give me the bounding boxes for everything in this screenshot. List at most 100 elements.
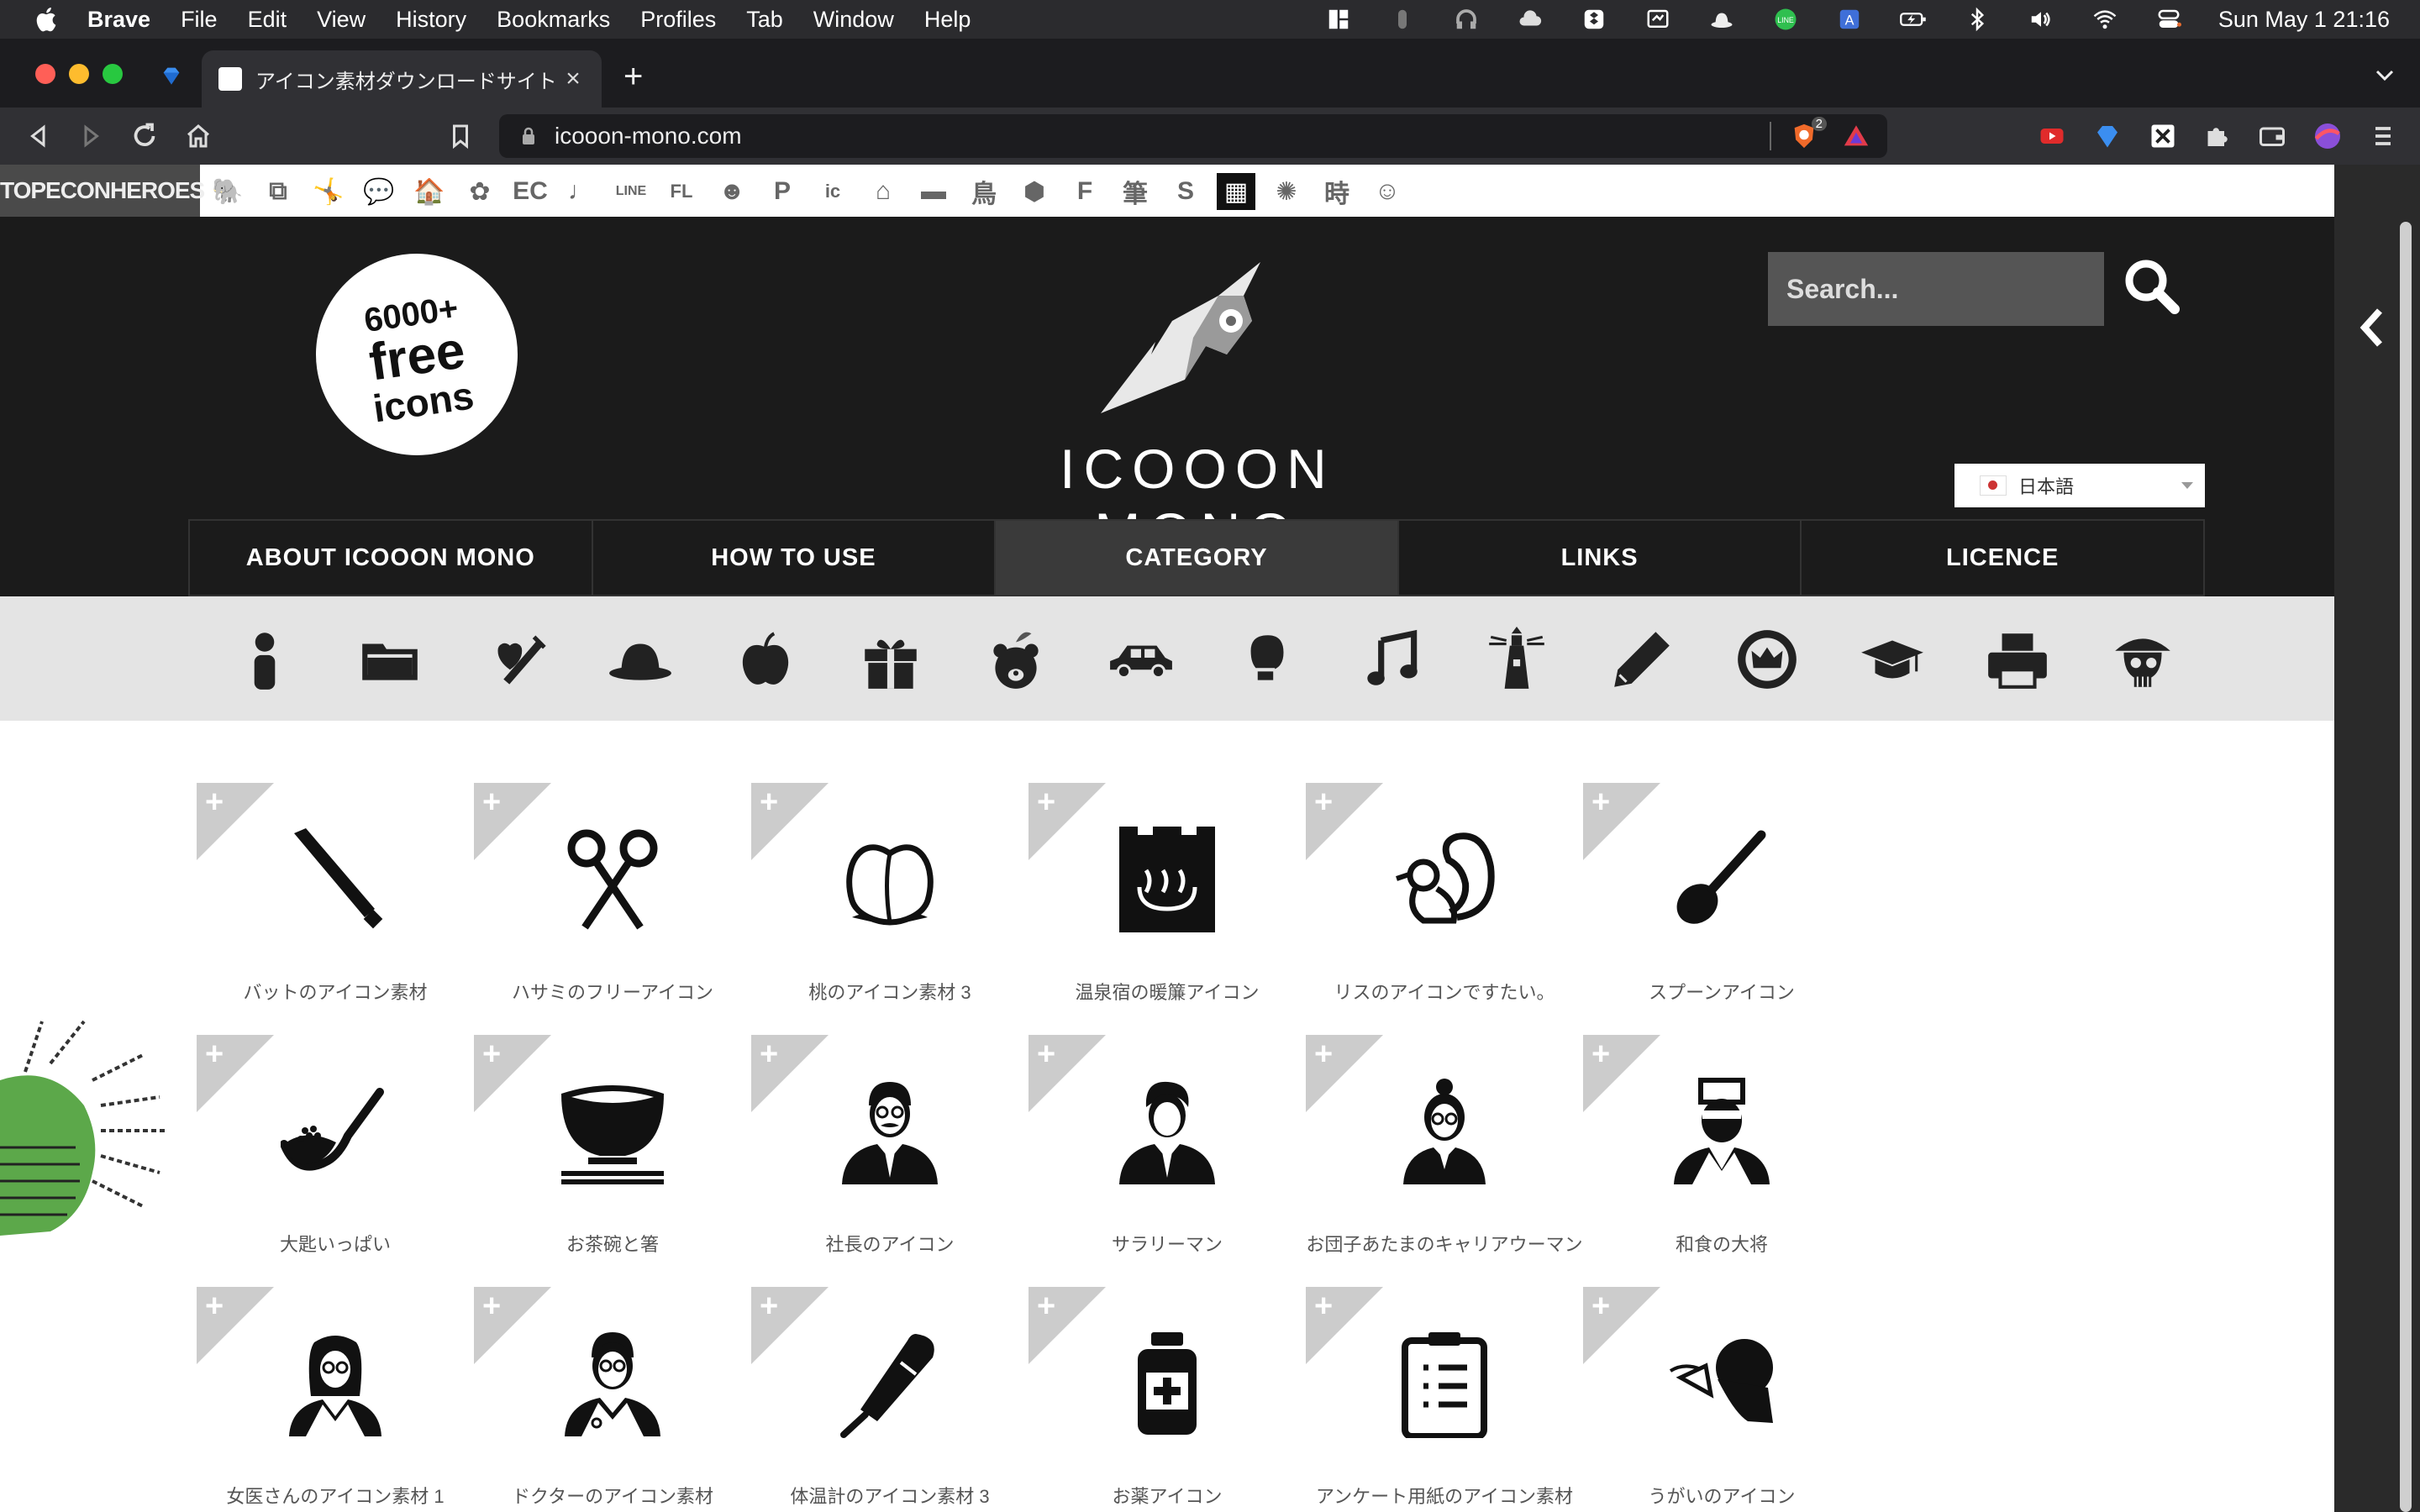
icon-label[interactable]: ハサミのフリーアイコン — [474, 979, 751, 1006]
wifi-icon[interactable] — [2091, 7, 2119, 32]
category-crown-badge-icon[interactable] — [1729, 625, 1805, 694]
hero-site-copy-icon[interactable]: ⧉ — [259, 173, 297, 210]
menu-help[interactable]: Help — [924, 7, 971, 33]
category-folder-icon[interactable] — [352, 625, 428, 694]
menu-icon[interactable] — [2368, 121, 2398, 151]
category-pirate-skull-icon[interactable] — [2105, 625, 2181, 694]
icon-label[interactable]: バットのアイコン素材 — [197, 979, 474, 1006]
category-graduation-cap-icon[interactable] — [1854, 625, 1930, 694]
plus-icon[interactable]: + — [482, 786, 501, 818]
category-lighthouse-icon[interactable] — [1479, 625, 1555, 694]
hero-site-icon-on-icon[interactable]: ic — [813, 173, 852, 210]
volume-icon[interactable] — [2027, 7, 2055, 32]
window-manager-icon[interactable] — [1324, 7, 1353, 32]
pinned-tab-gem-icon[interactable] — [160, 64, 183, 87]
ladle-icon[interactable] — [281, 1077, 390, 1186]
plus-icon[interactable]: + — [1591, 786, 1610, 818]
menu-view[interactable]: View — [317, 7, 366, 33]
bookmark-icon[interactable] — [445, 121, 476, 151]
headphones-icon[interactable] — [1452, 7, 1481, 32]
category-person-icon[interactable] — [227, 625, 302, 694]
icon-label[interactable]: ドクターのアイコン素材 — [474, 1483, 751, 1510]
doctor-icon[interactable] — [558, 1329, 667, 1438]
spoon-icon[interactable] — [1667, 825, 1776, 934]
hat-icon[interactable] — [1707, 7, 1736, 32]
profile-avatar[interactable] — [2312, 121, 2343, 151]
menubar-clock[interactable]: Sun May 1 21:16 — [2218, 7, 2390, 33]
plus-icon[interactable]: + — [205, 1290, 224, 1322]
icon-card[interactable]: + ドクターのアイコン素材 — [474, 1287, 751, 1512]
menu-file[interactable]: File — [181, 7, 218, 33]
icon-label[interactable]: アンケート用紙のアイコン素材 — [1306, 1483, 1583, 1510]
icon-label[interactable]: リスのアイコンですたい。 — [1306, 979, 1583, 1006]
plus-icon[interactable]: + — [205, 1038, 224, 1070]
home-icon[interactable] — [183, 121, 213, 151]
icon-card[interactable]: + 大匙いっぱい — [197, 1035, 474, 1287]
scissors-icon[interactable] — [558, 825, 667, 934]
squirrel-icon[interactable] — [1390, 825, 1499, 934]
icon-card[interactable]: + ハサミのフリーアイコン — [474, 783, 751, 1035]
language-select[interactable]: 日本語 — [1954, 464, 2205, 507]
rice-bowl-icon[interactable] — [558, 1077, 667, 1186]
lock-icon[interactable] — [519, 126, 538, 146]
back-icon[interactable] — [24, 121, 54, 151]
plus-icon[interactable]: + — [1591, 1038, 1610, 1070]
hero-site-person-icon[interactable]: 🤸 — [309, 173, 348, 210]
hero-site-brush-kanji-icon[interactable]: 筆 — [1116, 173, 1155, 210]
topeconheroes-logo[interactable]: TOPECONHEROES — [0, 165, 205, 217]
icon-label[interactable]: 体温計のアイコン素材 3 — [751, 1483, 1028, 1510]
gargle-icon[interactable] — [1667, 1329, 1776, 1438]
icon-label[interactable]: サラリーマン — [1028, 1231, 1306, 1258]
screen-icon[interactable] — [1644, 7, 1672, 32]
bat-icon[interactable] — [281, 825, 390, 934]
nav-how-to-use[interactable]: HOW TO USE — [593, 521, 997, 595]
menu-brave[interactable]: Brave — [87, 7, 150, 33]
hero-site-music-icon[interactable]: ♩ — [561, 173, 600, 210]
search-icon[interactable] — [2123, 257, 2181, 316]
icon-card[interactable]: + うがいのアイコン — [1583, 1287, 1860, 1512]
menu-bookmarks[interactable]: Bookmarks — [497, 7, 610, 33]
plus-icon[interactable]: + — [1314, 786, 1333, 818]
scrollbar-thumb[interactable] — [2400, 222, 2412, 1512]
hero-site-s-icon[interactable]: S — [1166, 173, 1205, 210]
brave-rewards-icon[interactable] — [1842, 122, 1870, 150]
menu-window[interactable]: Window — [813, 7, 894, 33]
category-bear-icon[interactable] — [978, 625, 1054, 694]
reload-icon[interactable] — [129, 121, 160, 151]
hero-site-line-icon[interactable]: LINE — [612, 173, 650, 210]
icon-label[interactable]: お薬アイコン — [1028, 1483, 1306, 1510]
zoom-window-button[interactable] — [103, 64, 123, 84]
icon-card[interactable]: + サラリーマン — [1028, 1035, 1306, 1287]
hero-site-parking-icon[interactable]: P — [763, 173, 802, 210]
hero-site-chat-icon[interactable]: 💬 — [360, 173, 398, 210]
plus-icon[interactable]: + — [1037, 1290, 1055, 1322]
icon-card[interactable]: + アンケート用紙のアイコン素材 — [1306, 1287, 1583, 1512]
plus-icon[interactable]: + — [1314, 1290, 1333, 1322]
brave-shield-icon[interactable]: 2 — [1790, 117, 1827, 150]
plus-icon[interactable]: + — [1037, 1038, 1055, 1070]
battery-icon[interactable] — [1899, 7, 1928, 32]
hero-site-character-icon[interactable]: ☺ — [1368, 173, 1407, 210]
plus-icon[interactable]: + — [760, 1038, 778, 1070]
nav-category[interactable]: CATEGORY — [996, 521, 1399, 595]
minimize-window-button[interactable] — [69, 64, 89, 84]
plus-icon[interactable]: + — [760, 1290, 778, 1322]
bluetooth-icon[interactable] — [1963, 7, 1991, 32]
mouse-icon[interactable] — [1388, 7, 1417, 32]
search-input[interactable] — [1768, 252, 2104, 326]
input-source-icon[interactable]: A — [1835, 7, 1864, 32]
icon-label[interactable]: お団子あたまのキャリアウーマン — [1306, 1231, 1583, 1258]
icon-card[interactable]: + 桃のアイコン素材 3 — [751, 783, 1028, 1035]
icon-label[interactable]: スプーンアイコン — [1583, 979, 1860, 1006]
category-boxing-glove-icon[interactable] — [1228, 625, 1304, 694]
youtube-extension-icon[interactable] — [2037, 121, 2067, 151]
plus-icon[interactable]: + — [482, 1038, 501, 1070]
category-pencil-icon[interactable] — [1604, 625, 1680, 694]
category-car-icon[interactable] — [1103, 625, 1179, 694]
medicine-bottle-icon[interactable] — [1113, 1329, 1222, 1438]
icon-label[interactable]: 女医さんのアイコン素材 1 — [197, 1483, 474, 1510]
hero-site-hexagon-icon[interactable]: ⬢ — [1015, 173, 1054, 210]
icon-card[interactable]: + 体温計のアイコン素材 3 — [751, 1287, 1028, 1512]
icon-label[interactable]: 社長のアイコン — [751, 1231, 1028, 1258]
female-doctor-icon[interactable] — [281, 1329, 390, 1438]
